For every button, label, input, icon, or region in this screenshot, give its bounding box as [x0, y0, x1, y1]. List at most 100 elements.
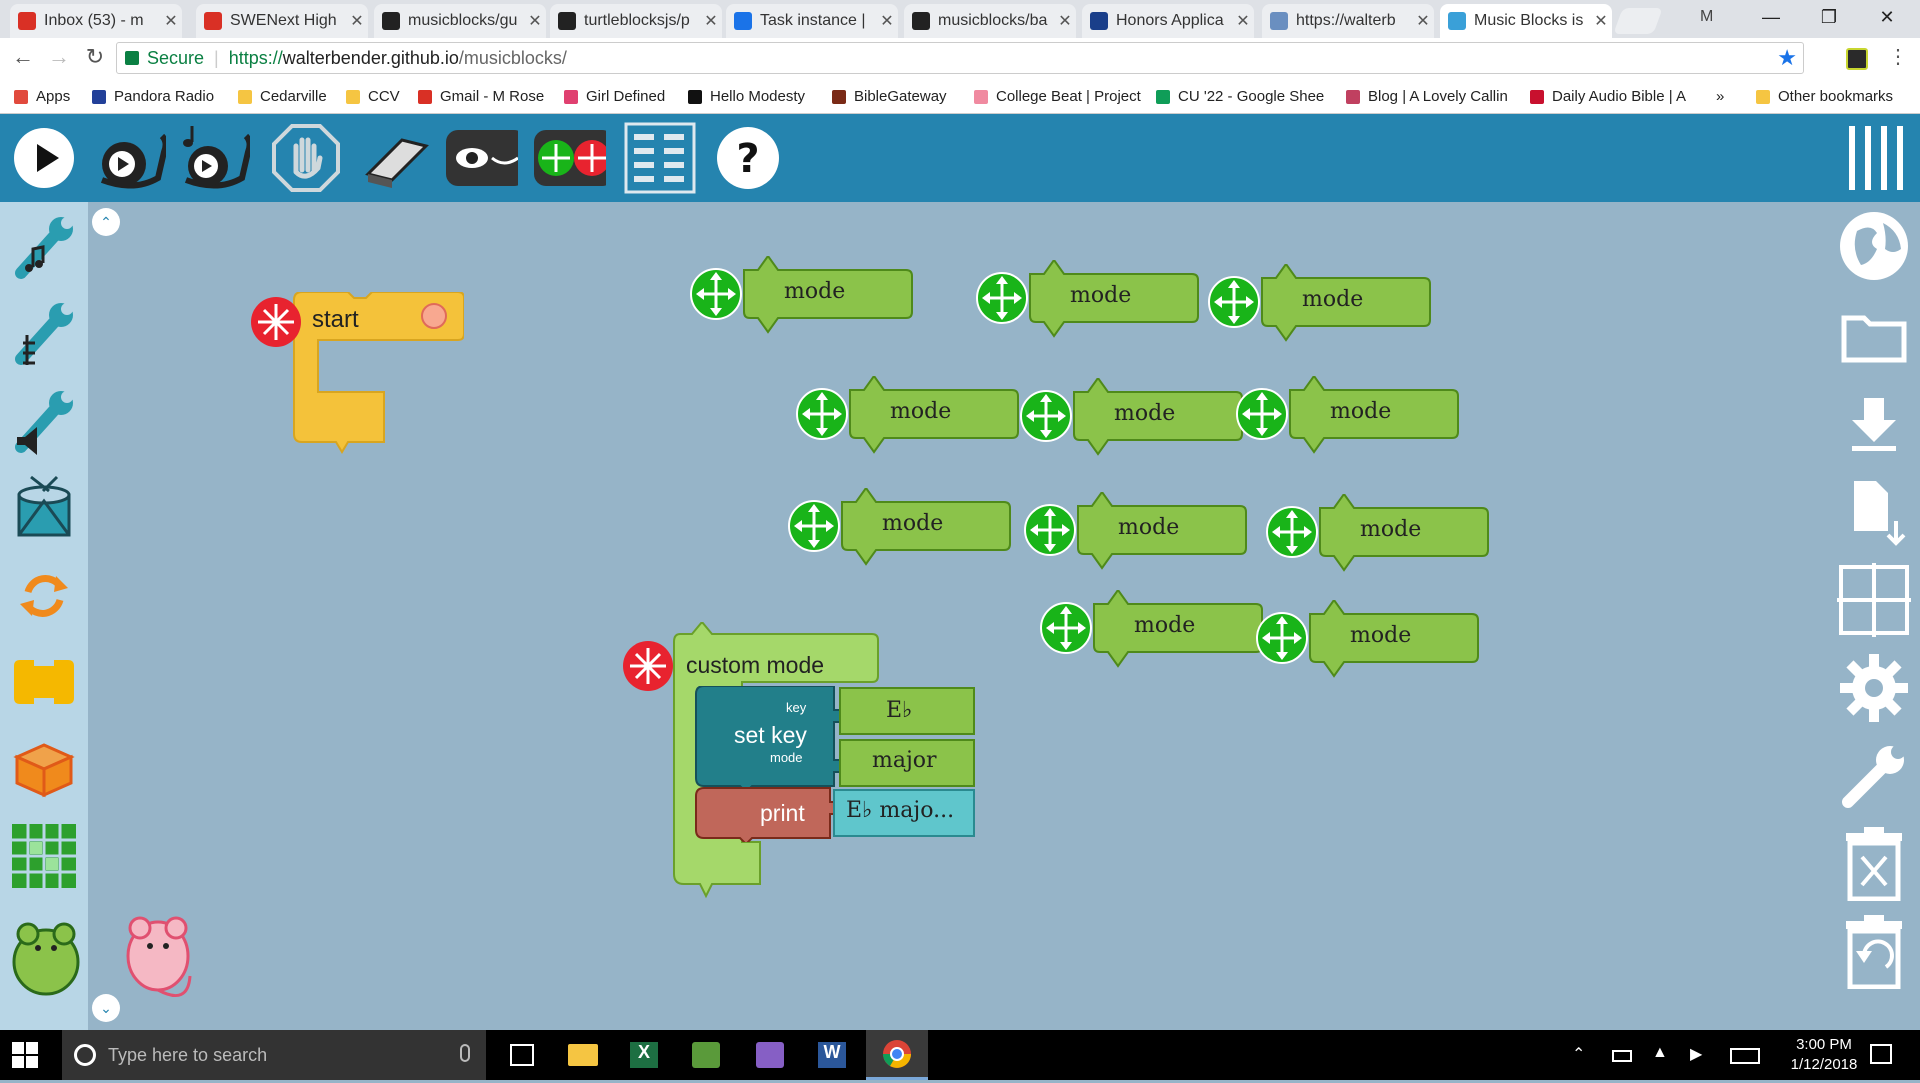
mode-block[interactable]: mode: [1256, 598, 1482, 684]
forward-icon[interactable]: →: [44, 44, 74, 74]
green-app-icon[interactable]: [692, 1042, 720, 1068]
play-button[interactable]: [8, 122, 80, 194]
open-project-button[interactable]: [1834, 296, 1914, 376]
tab-close-icon[interactable]: ✕: [1412, 11, 1434, 31]
play-music-slowly-button[interactable]: [178, 122, 250, 194]
grid-view-button[interactable]: [624, 122, 696, 194]
merge-project-button[interactable]: [1834, 472, 1914, 552]
mode-value[interactable]: major: [872, 748, 937, 773]
wifi-icon[interactable]: ▲: [1652, 1044, 1668, 1062]
bookmark-item[interactable]: Girl Defined: [564, 88, 665, 105]
taskbar-search[interactable]: Type here to search: [62, 1030, 486, 1080]
settings-button[interactable]: [1834, 648, 1914, 728]
bookmark-item[interactable]: Pandora Radio: [92, 88, 214, 105]
tab-close-icon[interactable]: ✕: [1054, 11, 1076, 31]
tab-close-icon[interactable]: ✕: [160, 11, 182, 31]
browser-tab[interactable]: turtleblocksjs/p ✕: [550, 4, 722, 38]
custom-mode-collapse-icon[interactable]: [622, 640, 674, 692]
reload-icon[interactable]: ↻: [80, 44, 110, 74]
bookmark-item[interactable]: CU '22 - Google Shee: [1156, 88, 1324, 105]
key-value[interactable]: E♭: [886, 698, 912, 723]
action-center-icon[interactable]: [1870, 1044, 1892, 1064]
collapse-blocks-button[interactable]: [534, 122, 606, 194]
minimize-button[interactable]: —: [1742, 0, 1800, 34]
advanced-tools-button[interactable]: [1834, 736, 1914, 816]
bookmark-item[interactable]: Blog | A Lovely Callin: [1346, 88, 1508, 105]
folder-icon: [238, 89, 252, 104]
tab-close-icon[interactable]: ✕: [346, 11, 368, 31]
save-button[interactable]: [1834, 384, 1914, 464]
mode-block[interactable]: mode: [1266, 492, 1492, 578]
restore-trash-button[interactable]: [1834, 912, 1914, 992]
clock-date[interactable]: 1/12/2018: [1784, 1056, 1864, 1073]
extension-icon[interactable]: [1846, 48, 1868, 70]
mode-block[interactable]: mode: [788, 486, 1014, 572]
bookmark-item[interactable]: Apps: [14, 88, 70, 105]
bookmark-item[interactable]: Cedarville: [238, 88, 327, 105]
bookmark-item[interactable]: Gmail - M Rose: [418, 88, 544, 105]
mode-block[interactable]: mode: [796, 374, 1022, 460]
keyboard-icon[interactable]: [1730, 1048, 1760, 1064]
bookmark-item[interactable]: BibleGateway: [832, 88, 947, 105]
bookmarks-more-button[interactable]: »: [1716, 88, 1724, 105]
battery-icon[interactable]: [1612, 1050, 1632, 1062]
start-menu-button[interactable]: [12, 1042, 38, 1068]
task-view-icon[interactable]: [510, 1044, 534, 1066]
bookmark-label: Gmail - M Rose: [440, 88, 545, 105]
clear-button[interactable]: [360, 122, 432, 194]
mode-block[interactable]: mode: [1208, 262, 1434, 348]
bookmark-item[interactable]: College Beat | Project: [974, 88, 1141, 105]
language-button[interactable]: [1834, 206, 1914, 286]
bookmark-item[interactable]: Hello Modesty: [688, 88, 805, 105]
browser-tab[interactable]: SWENext High ✕: [196, 4, 368, 38]
browser-tab[interactable]: https://walterb ✕: [1262, 4, 1434, 38]
stage-grid-button[interactable]: [1834, 560, 1914, 640]
menu-icon[interactable]: ⋮: [1888, 44, 1908, 69]
mode-block[interactable]: mode: [690, 254, 916, 340]
browser-tab[interactable]: Task instance | ✕: [726, 4, 898, 38]
word-icon[interactable]: W: [818, 1042, 846, 1068]
visual-studio-icon[interactable]: [756, 1042, 784, 1068]
hide-blocks-button[interactable]: [446, 122, 518, 194]
mode-block[interactable]: mode: [1236, 374, 1462, 460]
main-menu-button[interactable]: [1840, 122, 1910, 194]
browser-tab[interactable]: Music Blocks is ✕: [1440, 4, 1612, 38]
browser-tab[interactable]: musicblocks/ba ✕: [904, 4, 1076, 38]
excel-icon[interactable]: X: [630, 1042, 658, 1068]
other-bookmarks[interactable]: Other bookmarks: [1756, 88, 1893, 105]
profile-badge[interactable]: M: [1700, 8, 1713, 26]
browser-tab[interactable]: musicblocks/gu ✕: [374, 4, 546, 38]
address-bar[interactable]: Secure | https:// walterbender.github.io…: [116, 42, 1804, 74]
delete-all-button[interactable]: [1834, 824, 1914, 904]
help-button[interactable]: ?: [712, 122, 784, 194]
bookmark-item[interactable]: Daily Audio Bible | A: [1530, 88, 1686, 105]
volume-icon[interactable]: ▶: [1690, 1044, 1702, 1064]
mode-block[interactable]: mode: [1020, 376, 1246, 462]
back-icon[interactable]: ←: [8, 44, 38, 74]
tab-close-icon[interactable]: ✕: [876, 11, 898, 31]
stop-button[interactable]: [270, 122, 342, 194]
play-slowly-button[interactable]: [94, 122, 166, 194]
new-tab-button[interactable]: [1613, 8, 1663, 34]
mode-block[interactable]: mode: [1040, 588, 1266, 674]
browser-tab[interactable]: Inbox (53) - m ✕: [10, 4, 182, 38]
print-value[interactable]: E♭ majo...: [846, 798, 954, 823]
bookmark-star-icon[interactable]: ★: [1777, 45, 1797, 71]
browser-tab[interactable]: Honors Applica ✕: [1082, 4, 1254, 38]
tab-title: Honors Applica: [1116, 12, 1224, 29]
tab-close-icon[interactable]: ✕: [1590, 11, 1612, 31]
start-collapse-icon[interactable]: [250, 296, 302, 348]
tab-close-icon[interactable]: ✕: [524, 11, 546, 31]
tab-close-icon[interactable]: ✕: [700, 11, 722, 31]
file-explorer-icon[interactable]: [568, 1044, 598, 1066]
mode-block[interactable]: mode: [1024, 490, 1250, 576]
tab-close-icon[interactable]: ✕: [1232, 11, 1254, 31]
close-window-button[interactable]: ✕: [1858, 0, 1916, 34]
restore-button[interactable]: ❐: [1800, 0, 1858, 34]
tray-chevron-icon[interactable]: ⌃: [1572, 1044, 1585, 1064]
chrome-taskbar-button[interactable]: [866, 1030, 928, 1080]
microphone-icon[interactable]: [460, 1044, 470, 1062]
bookmark-item[interactable]: CCV: [346, 88, 400, 105]
clock-time[interactable]: 3:00 PM: [1784, 1036, 1864, 1053]
mode-block[interactable]: mode: [976, 258, 1202, 344]
